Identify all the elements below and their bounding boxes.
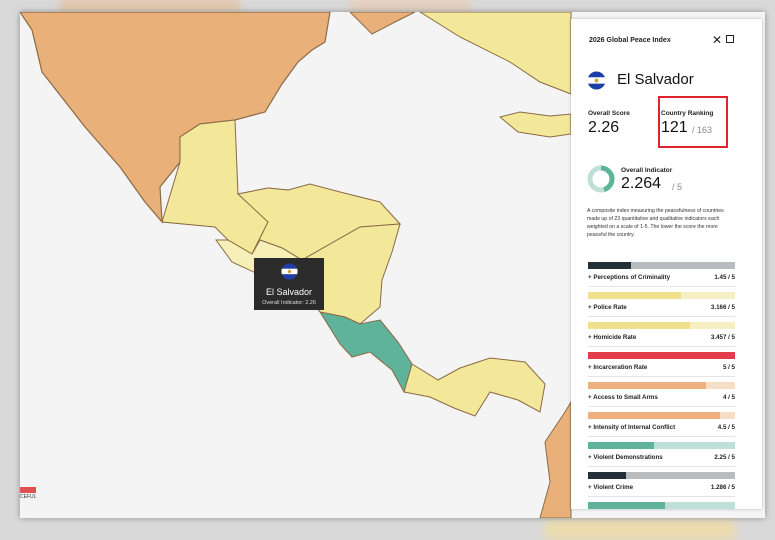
indicator-bar-fill xyxy=(588,262,631,269)
indicator-bar-track xyxy=(588,322,735,329)
indicator-bar-track xyxy=(588,412,735,419)
indicator-name[interactable]: + Homicide Rate xyxy=(588,334,636,341)
country-tooltip: El Salvador Overall Indicator: 2.26 xyxy=(254,258,324,310)
country-ranking-total: / 163 xyxy=(692,125,713,135)
indicator-bar-fill xyxy=(588,502,666,509)
country-mexico-east[interactable] xyxy=(349,12,416,35)
background-blur xyxy=(350,0,470,10)
overall-indicator-value: 2.264 xyxy=(621,175,662,192)
indicator-divider xyxy=(588,496,735,497)
indicator-bar-track xyxy=(588,352,735,359)
overall-indicator-total: / 5 xyxy=(672,182,683,192)
indicator-divider xyxy=(588,406,735,407)
indicator-divider xyxy=(588,466,735,467)
indicator-score: 2.25 / 5 xyxy=(714,454,735,461)
indicator-name[interactable]: + Perceptions of Criminality xyxy=(588,274,670,281)
indicator-score: 1.286 / 5 xyxy=(710,484,735,491)
indicator-name[interactable]: + Violent Demonstrations xyxy=(588,454,663,461)
indicator-bar-track xyxy=(588,262,735,269)
indicator-bar-track xyxy=(588,502,735,509)
indicator-item[interactable]: + Violent Demonstrations 2.25 / 5 xyxy=(588,442,735,472)
indicator-bar-fill xyxy=(588,412,721,419)
country-name: El Salvador xyxy=(617,71,694,88)
overall-indicator-label: Overall Indicator xyxy=(621,167,673,174)
indicator-score: 4 / 5 xyxy=(722,394,735,401)
map-window: El Salvador Overall Indicator: 2.26 CEFU… xyxy=(20,12,765,518)
indicator-item[interactable]: + Political Instability2.625 / 5 xyxy=(588,502,735,509)
indicator-divider xyxy=(588,376,735,377)
indicator-bar-fill xyxy=(588,322,690,329)
indicator-score: 1.45 / 5 xyxy=(714,274,735,281)
indicator-name[interactable]: + Police Rate xyxy=(588,304,627,311)
indicator-score: 3.166 / 5 xyxy=(710,304,735,311)
indicator-divider xyxy=(588,286,735,287)
country-ranking-value: 121 xyxy=(661,119,688,136)
indicator-bar-track xyxy=(588,442,735,449)
overall-score-value: 2.26 xyxy=(588,119,620,136)
indicator-item[interactable]: + Intensity of Internal Conflict 4.5 / 5 xyxy=(588,412,735,442)
indicator-bar-track xyxy=(588,382,735,389)
country-panama[interactable] xyxy=(403,357,546,417)
el-salvador-flag-icon xyxy=(280,263,298,280)
indicator-divider xyxy=(588,316,735,317)
indicator-name[interactable]: + Access to Small Arms xyxy=(588,394,658,401)
background-blur xyxy=(545,520,735,540)
background-blur xyxy=(60,0,240,10)
el-salvador-flag-icon xyxy=(587,71,606,90)
country-cuba[interactable] xyxy=(419,12,572,95)
indicator-item[interactable]: + Violent Crime 1.286 / 5 xyxy=(588,472,735,502)
tooltip-country-name: El Salvador xyxy=(265,287,313,297)
indicator-divider xyxy=(588,346,735,347)
indicator-item[interactable]: + Homicide Rate 3.457 / 5 xyxy=(588,322,735,352)
country-detail-panel: 2026 Global Peace Index ✕ El Salvador Ov… xyxy=(571,19,762,509)
country-costa-rica[interactable] xyxy=(318,311,413,394)
indicator-item[interactable]: + Perceptions of Criminality 1.45 / 5 xyxy=(588,262,735,292)
fullscreen-icon[interactable] xyxy=(726,35,734,43)
indicator-name[interactable]: + Intensity of Internal Conflict xyxy=(588,424,675,431)
legend-swatch xyxy=(20,487,36,493)
indicator-name[interactable]: + Violent Crime xyxy=(588,484,633,491)
close-icon[interactable]: ✕ xyxy=(712,33,722,47)
indicator-bar-track xyxy=(588,292,735,299)
indicator-bar-fill xyxy=(588,472,626,479)
indicator-item[interactable]: + Police Rate 3.166 / 5 xyxy=(588,292,735,322)
indicator-name[interactable]: + Incarceration Rate xyxy=(588,364,647,371)
country-ranking-label: Country Ranking xyxy=(661,110,714,117)
indicator-divider xyxy=(588,436,735,437)
indicator-bar-track xyxy=(588,472,735,479)
indicator-bar-fill xyxy=(588,442,655,449)
indicator-bar-fill xyxy=(588,382,706,389)
overall-score-label: Overall Score xyxy=(588,110,630,117)
indicator-item[interactable]: + Incarceration Rate 5 / 5 xyxy=(588,352,735,382)
legend-label: CEFUL xyxy=(20,494,37,500)
country-island[interactable] xyxy=(498,111,572,138)
indicator-bar-fill xyxy=(588,352,735,359)
index-description: A composite index measuring the peaceful… xyxy=(587,208,724,238)
indicator-list: + Perceptions of Criminality 1.45 / 5 + Po… xyxy=(588,262,735,509)
tooltip-indicator: Overall Indicator: 2.26 xyxy=(262,300,316,306)
indicator-bar-fill xyxy=(588,292,682,299)
panel-title: 2026 Global Peace Index xyxy=(589,37,671,44)
indicator-score: 4.5 / 5 xyxy=(717,424,735,431)
country-colombia[interactable] xyxy=(539,400,572,518)
overall-indicator-donut xyxy=(587,165,615,193)
indicator-score: 5 / 5 xyxy=(722,364,735,371)
indicator-item[interactable]: + Access to Small Arms 4 / 5 xyxy=(588,382,735,412)
indicator-score: 3.457 / 5 xyxy=(710,334,735,341)
